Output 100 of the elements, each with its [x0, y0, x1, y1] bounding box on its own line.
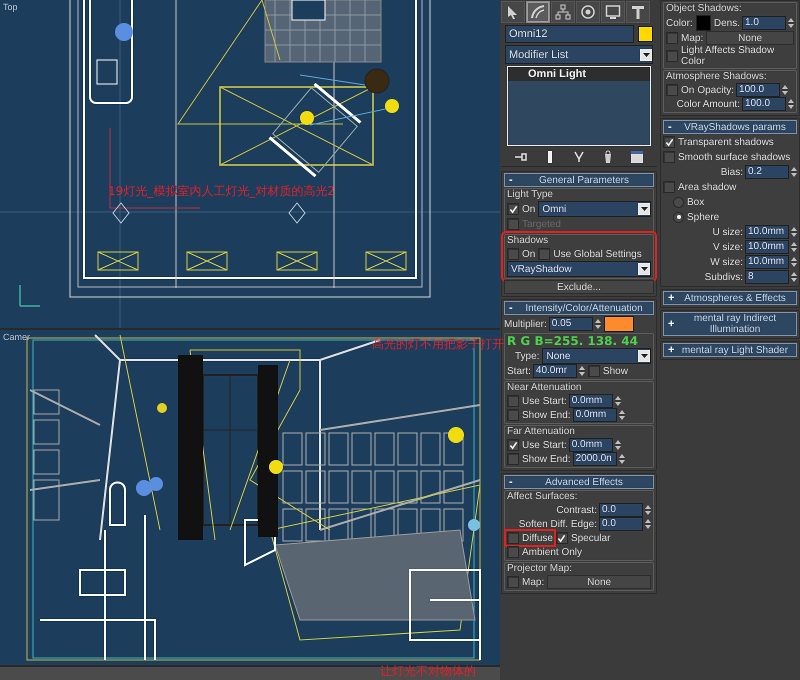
spinner-arrows-icon[interactable]: [578, 365, 585, 377]
name-field[interactable]: Omni12: [505, 25, 634, 43]
panel-tab[interactable]: [576, 1, 600, 23]
checkbox[interactable]: Use: [507, 439, 540, 451]
modifier-dropdown[interactable]: Modifier List: [505, 45, 653, 64]
checkbox[interactable]: Show: [588, 365, 628, 377]
dropdown[interactable]: Omni: [538, 201, 651, 217]
spinner-field[interactable]: 100.0: [742, 97, 786, 111]
spinner-field[interactable]: 40.0mr: [532, 364, 577, 378]
panel-tab[interactable]: [526, 1, 550, 23]
spinner-arrows-icon[interactable]: [645, 518, 651, 530]
caret-icon: [640, 207, 648, 211]
spinner-field[interactable]: 0.0mm: [568, 438, 613, 452]
spinner-arrows-icon[interactable]: [594, 318, 601, 330]
rollout-header[interactable]: - General Parameters: [504, 173, 654, 187]
text-button[interactable]: None: [547, 575, 651, 589]
spinner-arrows-icon[interactable]: [791, 226, 797, 238]
annotation-note: R G B=255. 138. 44: [507, 334, 639, 348]
spinner-arrows-icon[interactable]: [791, 166, 797, 178]
group-title: Object Shadows:: [666, 3, 743, 15]
spinner-field[interactable]: 1.0: [742, 16, 786, 30]
field-label: Dens.: [714, 18, 740, 28]
text-button[interactable]: None: [706, 31, 794, 45]
spinner-field[interactable]: 8: [745, 270, 789, 284]
fork-icon[interactable]: [572, 150, 586, 164]
checkbox[interactable]: On: [666, 84, 694, 96]
color-swatch[interactable]: [638, 26, 653, 42]
checkbox[interactable]: On: [507, 203, 536, 215]
spinner-arrows-icon[interactable]: [788, 17, 794, 29]
spinner-field[interactable]: 0.0mm: [568, 394, 613, 408]
text-button[interactable]: Exclude...: [504, 280, 654, 294]
checkbox[interactable]: Light Affects Shadow Color: [666, 45, 794, 67]
rollout-header[interactable]: + mental ray Indirect Illumination: [663, 312, 797, 336]
field-label: Contrast:: [556, 504, 597, 516]
spinner-arrows-icon[interactable]: [782, 84, 788, 96]
panel-tab[interactable]: [551, 1, 575, 23]
group-title: Affect Surfaces:: [507, 491, 578, 503]
spinner-field[interactable]: 10.0mm: [745, 255, 789, 269]
radio-button[interactable]: Sphere: [673, 212, 720, 222]
checkbox[interactable]: Use: [507, 395, 540, 407]
panel-tab[interactable]: [601, 1, 625, 23]
field-label: U size:: [712, 226, 743, 238]
checkbox[interactable]: Transparent shadows: [663, 136, 774, 148]
dropdown[interactable]: None: [542, 348, 651, 364]
rollout-header[interactable]: + Atmospheres & Effects: [663, 291, 797, 305]
spinner-field[interactable]: 10.0mm: [745, 225, 789, 239]
spinner-arrows-icon[interactable]: [618, 409, 625, 421]
spinner-arrows-icon[interactable]: [614, 395, 621, 407]
rollout-header[interactable]: - VRayShadows params: [663, 120, 797, 134]
field-label: End:: [550, 454, 571, 464]
radio-button[interactable]: Box: [673, 196, 704, 208]
spinner-arrows-icon[interactable]: [614, 439, 621, 451]
spinner-arrows-icon[interactable]: [791, 241, 797, 253]
group-title: Near Attenuation: [507, 382, 582, 394]
caret-icon: [640, 267, 648, 271]
field-label: Soften Diff. Edge:: [518, 518, 597, 530]
checkbox[interactable]: Map:: [507, 576, 544, 588]
spinner-field[interactable]: 0.0: [599, 503, 643, 517]
viewport-label[interactable]: Camer: [3, 332, 30, 342]
panel-tab[interactable]: [501, 1, 525, 23]
stack-item[interactable]: Omni Light: [508, 67, 650, 81]
spinner-field[interactable]: 0.05: [548, 317, 593, 331]
spinner-arrows-icon[interactable]: [791, 271, 797, 283]
spinner-field[interactable]: 0.0: [599, 517, 643, 531]
field-label: W size:: [710, 256, 743, 268]
checkbox[interactable]: Show: [507, 453, 548, 465]
checkbox[interactable]: Map:: [666, 32, 704, 44]
spinner-arrows-icon[interactable]: [788, 98, 794, 110]
rollout-header[interactable]: + mental ray Light Shader: [663, 343, 797, 357]
color-swatch[interactable]: [696, 15, 711, 31]
spinner-arrows-icon[interactable]: [618, 453, 625, 465]
spinner-field[interactable]: 10.0mm: [745, 240, 789, 254]
checkbox[interactable]: Smooth surface shadows: [663, 151, 790, 163]
color-swatch[interactable]: [604, 316, 634, 332]
monitor-icon: [605, 4, 621, 20]
hierarchy-icon: [555, 4, 571, 20]
dropdown[interactable]: VRayShadow: [507, 261, 651, 277]
circle-icon: [580, 4, 596, 20]
checkbox[interactable]: Specular: [556, 532, 610, 544]
window-icon[interactable]: [630, 150, 644, 164]
group-title: Atmosphere Shadows:: [666, 71, 768, 83]
checkmark-icon: [664, 138, 674, 146]
checkmark-icon: [508, 440, 518, 450]
spinner-field[interactable]: 0.2: [745, 165, 789, 179]
checkbox[interactable]: On: [507, 248, 536, 260]
rollout-header[interactable]: - Advanced Effects: [504, 475, 654, 489]
checkbox[interactable]: Area shadow: [663, 181, 736, 193]
spinner-field[interactable]: 2000.0n: [572, 452, 617, 466]
spinner-field[interactable]: 0.0mm: [572, 408, 617, 422]
viewport-label[interactable]: Top: [3, 2, 18, 12]
checkbox[interactable]: Ambient Only: [507, 546, 582, 558]
checkbox[interactable]: Use Global Settings: [538, 248, 642, 260]
checkbox[interactable]: Show: [507, 409, 548, 421]
spinner-arrows-icon[interactable]: [645, 504, 651, 516]
panel-tab[interactable]: [626, 1, 650, 23]
spinner-arrows-icon[interactable]: [791, 256, 797, 268]
rollout-header[interactable]: - Intensity/Color/Attenuation: [504, 301, 654, 315]
checkbox[interactable]: Diffuse: [507, 532, 553, 544]
spinner-field[interactable]: 100.0: [736, 83, 780, 97]
field-label: End:: [550, 410, 571, 420]
